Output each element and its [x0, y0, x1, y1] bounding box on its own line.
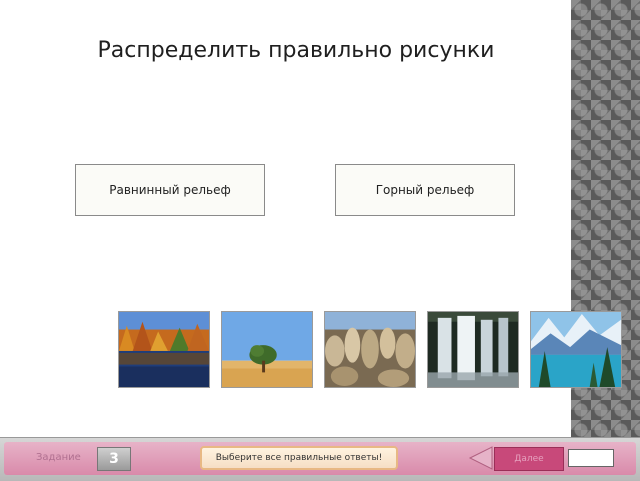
snowy-mountain-lake-image[interactable]: [530, 311, 622, 388]
next-button[interactable]: Далее: [494, 447, 564, 471]
rock-formations-image[interactable]: [324, 311, 416, 388]
answer-field[interactable]: [568, 449, 614, 467]
desert-tree-image[interactable]: [221, 311, 313, 388]
autumn-lake-image[interactable]: [118, 311, 210, 388]
drop-zone-plain-relief[interactable]: Равнинный рельеф: [75, 164, 265, 216]
decorative-side-strip: [571, 0, 640, 480]
hint-text: Выберите все правильные ответы!: [215, 453, 383, 463]
drop-zone-mountain-relief[interactable]: Горный рельеф: [335, 164, 515, 216]
task-label: Задание: [36, 452, 81, 463]
hint-box: Выберите все правильные ответы!: [200, 446, 398, 470]
drop-zone-label: Равнинный рельеф: [109, 183, 231, 197]
back-arrow-icon[interactable]: [468, 445, 494, 471]
waterfall-image[interactable]: [427, 311, 519, 388]
task-number: 3: [97, 447, 131, 471]
page-title: Распределить правильно рисунки: [97, 38, 495, 63]
drop-zone-label: Горный рельеф: [375, 183, 475, 197]
